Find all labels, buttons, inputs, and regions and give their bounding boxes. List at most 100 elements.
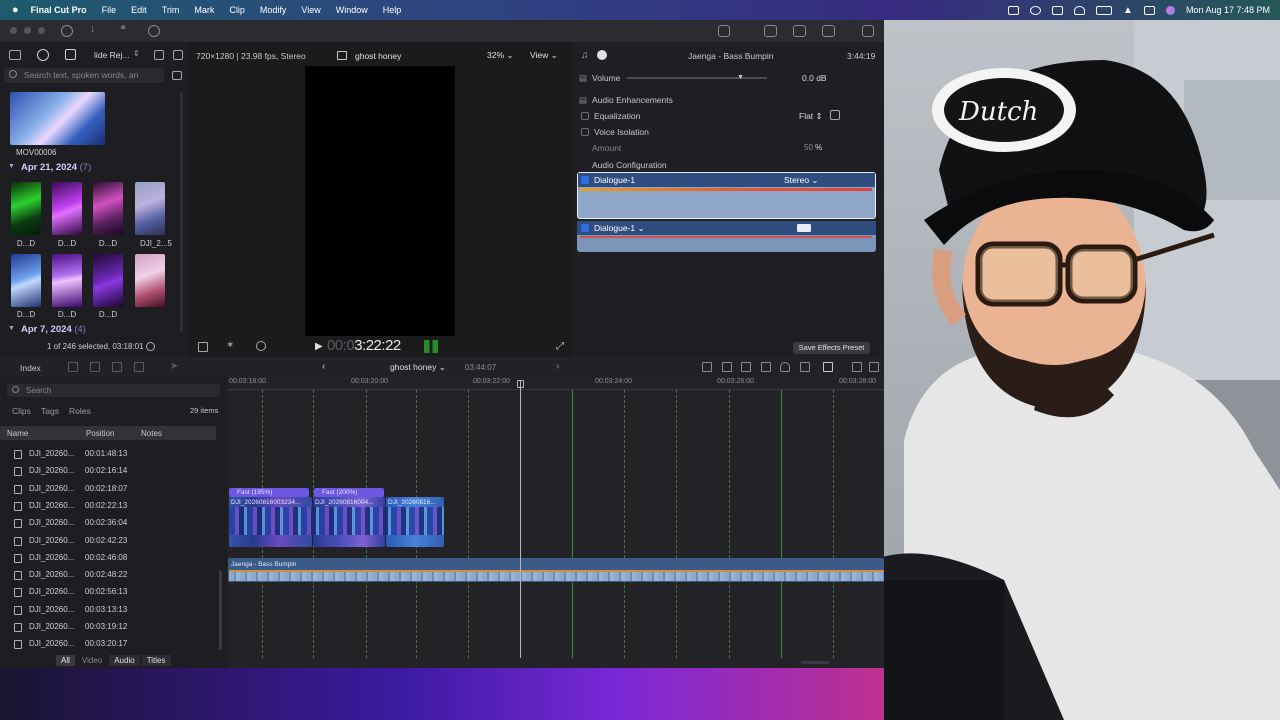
close-window-icon[interactable] [10, 27, 17, 34]
audio-configuration-header[interactable]: Audio Configuration [592, 160, 667, 170]
lane1-checkbox[interactable] [581, 176, 589, 184]
equalization-checkbox[interactable] [581, 112, 589, 120]
volume-slider[interactable] [627, 77, 767, 79]
index-row-name[interactable]: DJI_20260... [29, 466, 74, 475]
menu-edit[interactable]: Edit [131, 5, 147, 15]
index-row-position[interactable]: 00:02:36:04 [85, 518, 127, 527]
wifi-icon[interactable]: ▲ [1123, 5, 1133, 16]
audio-lanes-icon[interactable] [702, 362, 712, 372]
play-button[interactable]: ▶ [315, 341, 323, 352]
menu-app-name[interactable]: Final Cut Pro [31, 5, 87, 15]
keyword-icon[interactable] [61, 25, 73, 37]
clip-thumbnail[interactable] [11, 254, 41, 307]
index-tab[interactable]: Index [20, 363, 41, 373]
menu-datetime[interactable]: Mon Aug 17 7:48 PM [1186, 5, 1270, 15]
index-row-position[interactable]: 00:03:20:17 [85, 639, 127, 648]
filter-icon[interactable] [172, 71, 182, 80]
index-row-name[interactable]: DJI_20260... [29, 639, 74, 648]
index-row-name[interactable]: DJI_20260... [29, 570, 74, 579]
append-clip-icon[interactable] [112, 362, 122, 372]
enhancements-header[interactable]: ▤ Audio Enhancements [579, 95, 673, 106]
clip-thumbnail[interactable] [52, 182, 82, 235]
index-tab-clips[interactable]: Clips [12, 406, 31, 416]
index-row-name[interactable]: DJI_20260... [29, 553, 74, 562]
equalization-select[interactable]: Flat ⇕ [799, 111, 823, 122]
lane2-label[interactable]: Dialogue-1 ⌄ [581, 223, 645, 234]
timeline-horizontal-scrollbar[interactable] [801, 661, 829, 664]
key-icon[interactable]: ⚭ [119, 23, 131, 35]
index-row-position[interactable]: 00:03:13:13 [85, 605, 127, 614]
menu-file[interactable]: File [102, 5, 117, 15]
disclosure-triangle-icon[interactable]: ▼ [8, 325, 15, 332]
filter-audio[interactable]: Audio [109, 655, 140, 666]
bluetooth-icon[interactable] [1074, 5, 1086, 15]
clip-thumbnail[interactable] [93, 182, 123, 235]
index-row-position[interactable]: 00:02:48:22 [85, 570, 127, 579]
zoom-timeline-icon[interactable] [869, 362, 879, 372]
filter-titles[interactable]: Titles [141, 655, 171, 666]
filter-all[interactable]: All [56, 655, 75, 666]
keyboard-icon[interactable] [1008, 5, 1020, 15]
fullscreen-icon[interactable]: ⤢ [556, 341, 564, 352]
index-row-position[interactable]: 00:03:19:12 [85, 622, 127, 631]
menu-trim[interactable]: Trim [162, 5, 180, 15]
lane2-mono-icon[interactable] [797, 224, 811, 232]
index-tab-tags[interactable]: Tags [41, 406, 59, 416]
retime-bar-2[interactable]: Fast (200%) [314, 488, 384, 497]
menu-window[interactable]: Window [336, 5, 368, 15]
list-view-icon[interactable] [173, 50, 183, 60]
date-group-header[interactable]: Apr 7, 2024 (4) [21, 324, 86, 335]
view-menu[interactable]: View ⌄ [530, 50, 558, 61]
history-back-icon[interactable]: ‹ [322, 361, 325, 372]
retime-bar-1[interactable]: Fast (195%) [229, 488, 309, 497]
timeline-toggle-icon[interactable] [793, 25, 806, 37]
amount-value[interactable]: 50 % [804, 143, 822, 152]
control-center-icon[interactable] [1143, 5, 1155, 15]
voice-isolation-checkbox[interactable] [581, 128, 589, 136]
overwrite-clip-icon[interactable] [134, 362, 144, 372]
filter-video[interactable]: Video [77, 655, 107, 666]
apple-icon[interactable]: ● [12, 4, 19, 16]
index-row-name[interactable]: DJI_20260... [29, 518, 74, 527]
index-row-position[interactable]: 00:02:22:13 [85, 501, 127, 510]
lane2-checkbox[interactable] [581, 224, 589, 232]
clip-thumbnail-mov00006[interactable] [10, 92, 105, 145]
menu-help[interactable]: Help [383, 5, 402, 15]
browser-search-input[interactable]: Search text, spoken words, an [4, 68, 164, 83]
timecode-display[interactable]: 00:03:22:22 [327, 337, 401, 354]
fullscreen-window-icon[interactable] [38, 27, 45, 34]
menu-view[interactable]: View [301, 5, 320, 15]
connect-clip-icon[interactable] [68, 362, 78, 372]
save-effects-preset-button[interactable]: Save Effects Preset [793, 342, 870, 354]
lane1-label[interactable]: Dialogue-1 [581, 175, 635, 185]
date-group-header[interactable]: Apr 21, 2024 (7) [21, 162, 91, 173]
history-forward-icon[interactable]: › [556, 361, 559, 372]
column-notes[interactable]: Notes [141, 429, 162, 438]
index-row-position[interactable]: 00:02:18:07 [85, 484, 127, 493]
index-row-name[interactable]: DJI_20260... [29, 501, 74, 510]
clip-thumbnail[interactable] [93, 254, 123, 307]
disclosure-triangle-icon[interactable]: ▼ [8, 163, 15, 170]
insert-clip-icon[interactable] [90, 362, 100, 372]
effects-browser-icon[interactable] [823, 362, 833, 372]
menu-mark[interactable]: Mark [194, 5, 214, 15]
index-row-name[interactable]: DJI_20260... [29, 449, 74, 458]
speed-icon[interactable] [256, 341, 266, 351]
index-row-position[interactable]: 00:02:42:23 [85, 536, 127, 545]
browser-toggle-icon[interactable] [764, 25, 777, 37]
index-row-position[interactable]: 00:02:16:14 [85, 466, 127, 475]
transitions-icon[interactable] [852, 362, 862, 372]
clip-thumbnail[interactable] [52, 254, 82, 307]
screen-record-icon[interactable] [1030, 5, 1042, 15]
volume-slider-knob[interactable]: ▼ [737, 74, 744, 81]
index-row-name[interactable]: DJI_20260... [29, 605, 74, 614]
audio-inspector-icon[interactable]: ♫ [581, 50, 589, 61]
import-icon[interactable]: ↓ [90, 23, 102, 35]
zoom-menu[interactable]: 32% ⌄ [487, 50, 514, 61]
filmstrip-view-icon[interactable] [154, 50, 164, 60]
library-selector[interactable]: lide Rej... [94, 50, 129, 60]
share-icon[interactable] [862, 25, 874, 37]
playhead[interactable] [520, 381, 521, 658]
browser-scrollbar[interactable] [180, 92, 183, 332]
index-row-name[interactable]: DJI_20260... [29, 622, 74, 631]
